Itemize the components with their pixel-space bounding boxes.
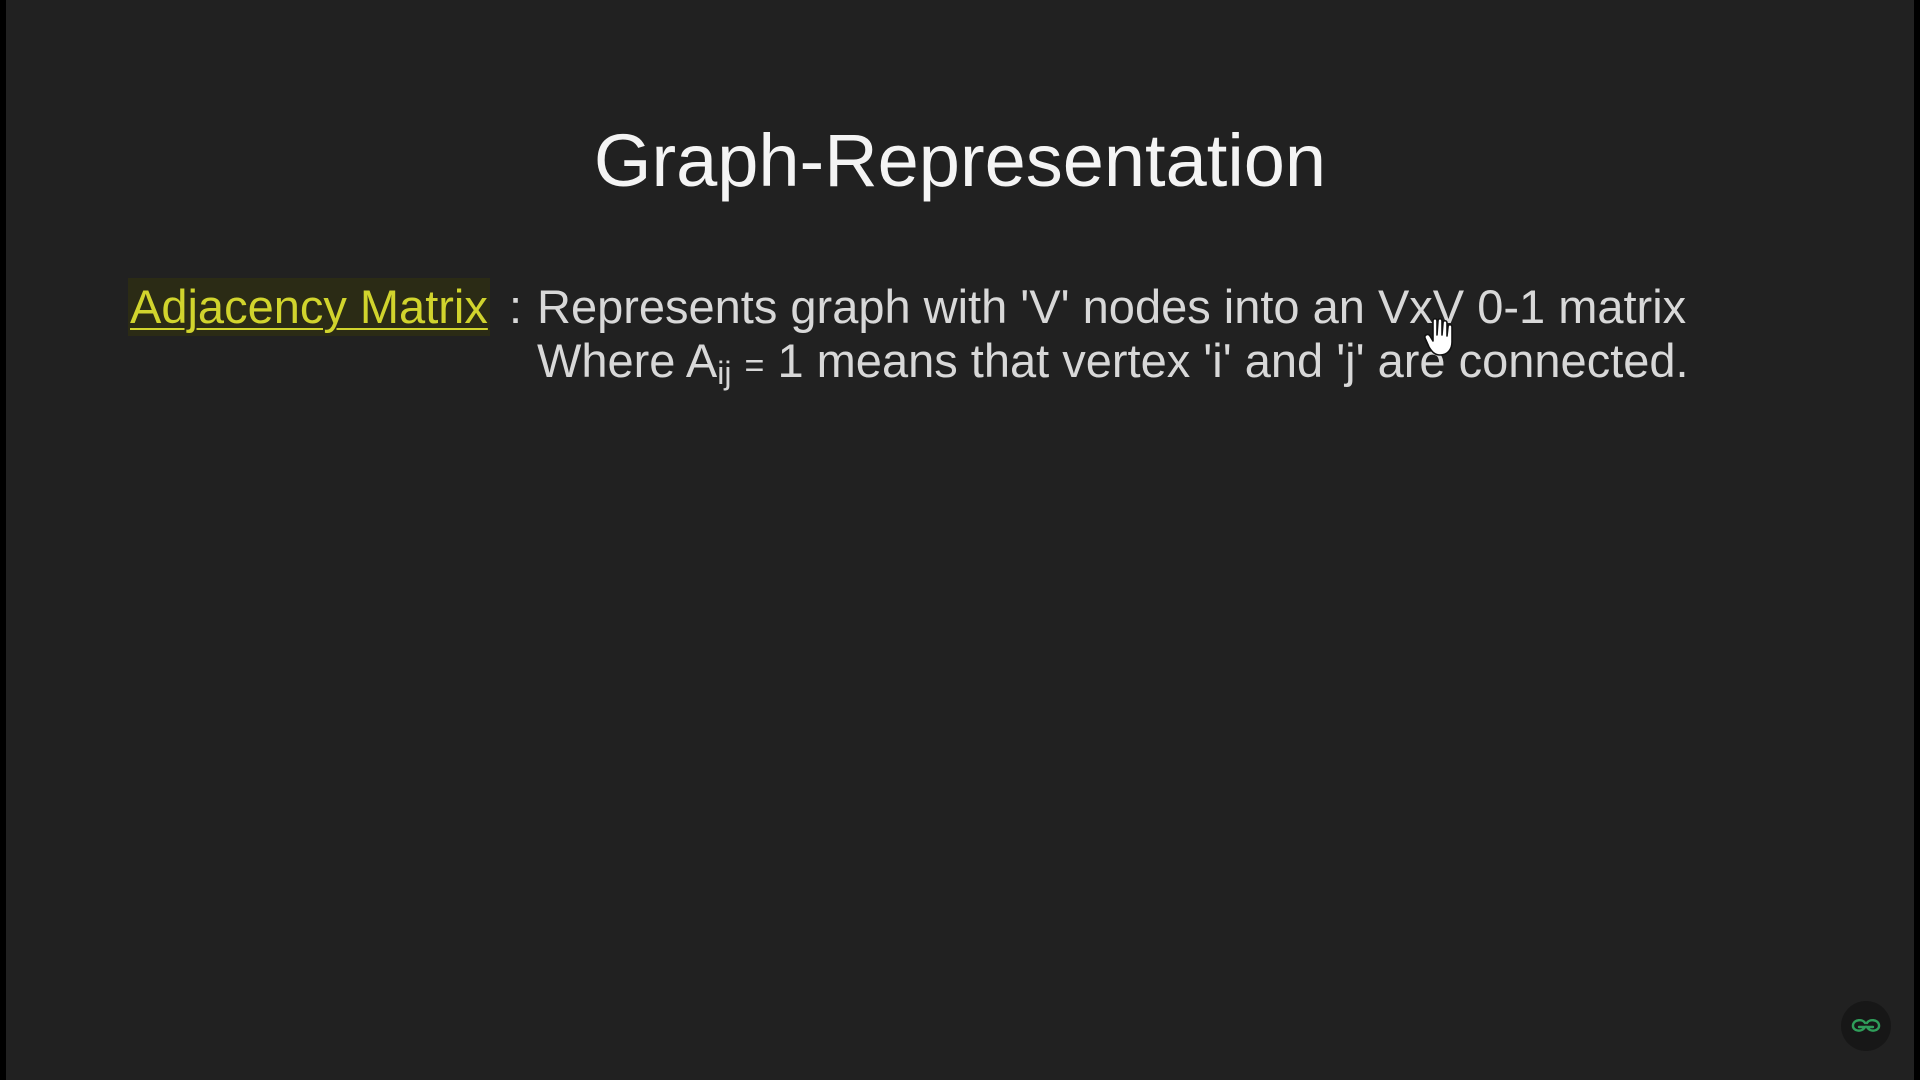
presentation-slide: Graph-Representation Adjacency Matrix : … <box>6 0 1914 1080</box>
line-2-suffix: 1 means that vertex 'i' and 'j' are conn… <box>777 334 1689 387</box>
line-2-equals: = <box>744 347 765 385</box>
gfg-logo-glyph <box>1851 1019 1881 1032</box>
line-2-subscript: ij <box>717 355 732 391</box>
adjacency-matrix-term: Adjacency Matrix <box>128 278 490 336</box>
definition-line-1: Represents graph with 'V' nodes into an … <box>537 280 1687 333</box>
geeksforgeeks-logo-icon <box>1841 1001 1891 1051</box>
definition-line-2: Where Aij = 1 means that vertex 'i' and … <box>537 332 1689 402</box>
line-2-prefix: Where A <box>537 334 718 387</box>
hand-pointer-icon <box>1424 317 1453 356</box>
slide-title: Graph-Representation <box>593 119 1327 202</box>
term-separator: : <box>509 280 523 333</box>
